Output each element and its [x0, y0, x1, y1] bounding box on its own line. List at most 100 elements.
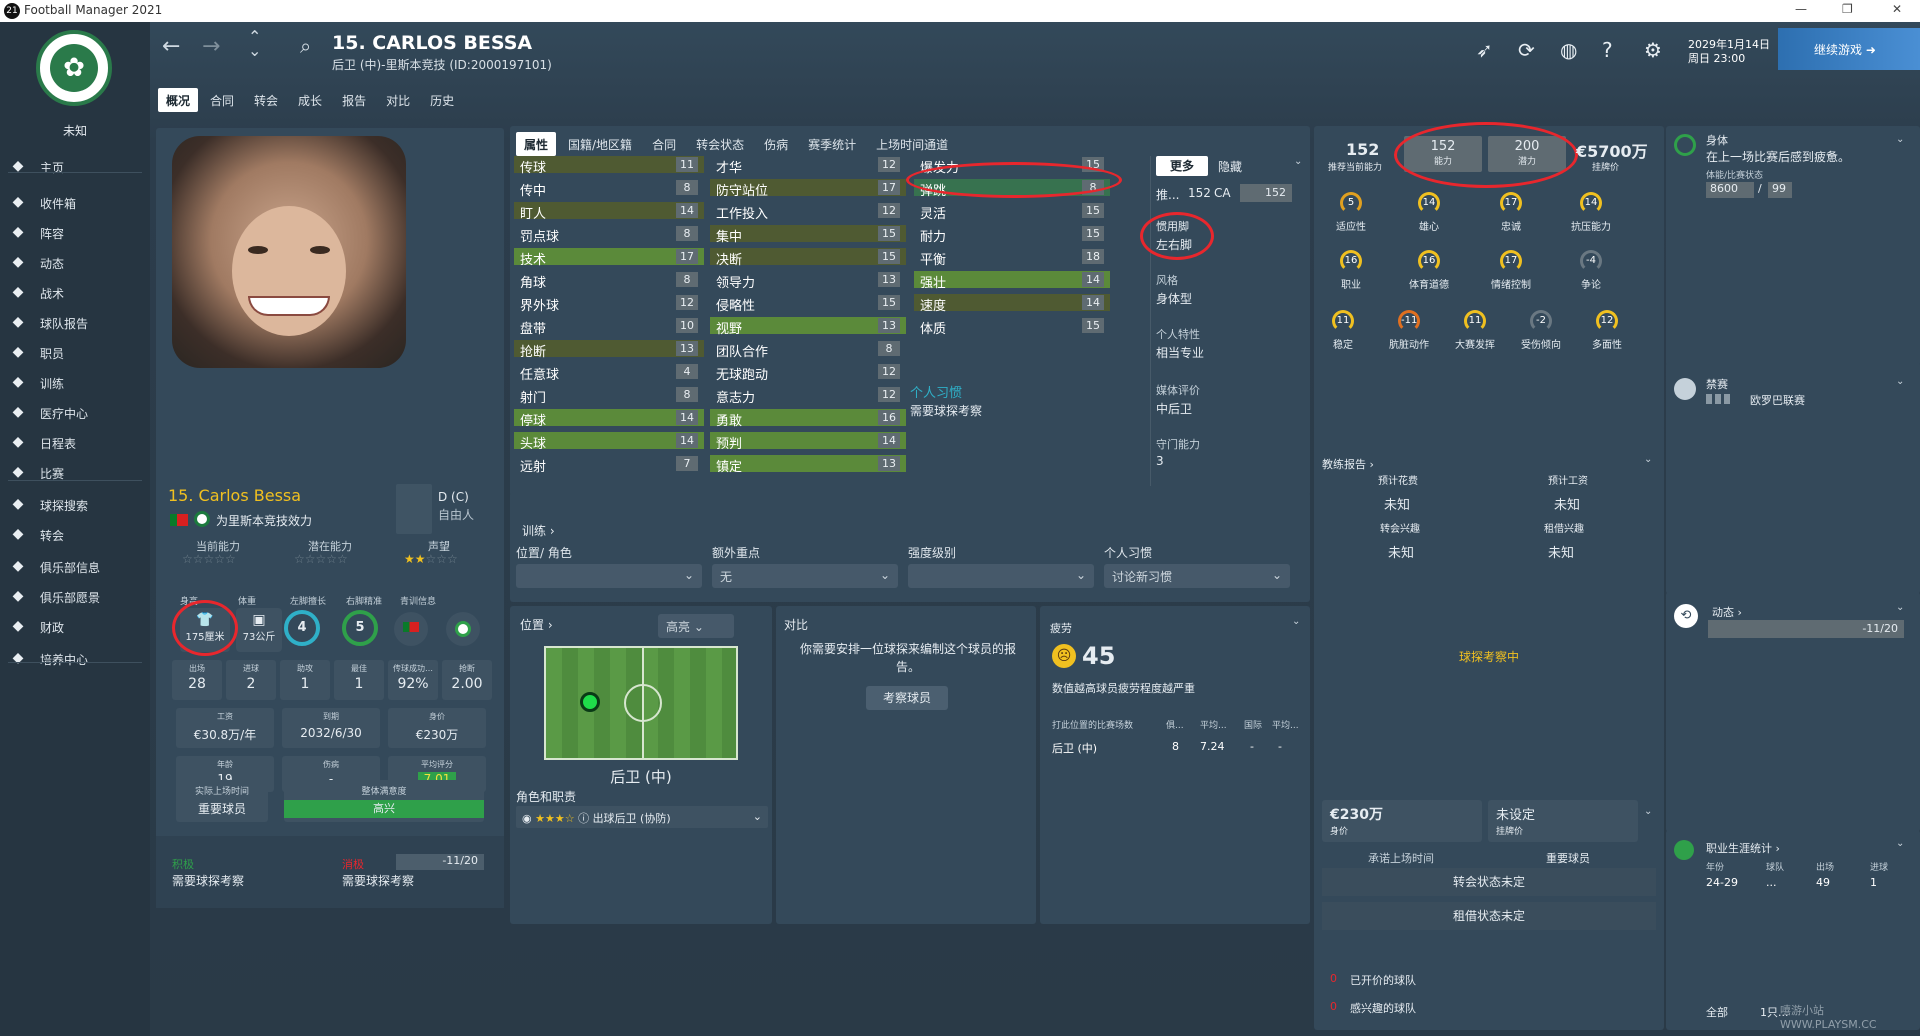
sidebar-item-2[interactable]: ◆ 阵容: [0, 218, 150, 248]
sidebar-item-5[interactable]: ◆ 球队报告: [0, 308, 150, 338]
sidebar-item-9[interactable]: ◆ 日程表: [0, 428, 150, 458]
tab-2[interactable]: 转会: [246, 88, 286, 112]
asking-price-label: 挂牌价: [1592, 163, 1620, 173]
interested-label: 感兴趣的球队: [1350, 1002, 1416, 1015]
attr-value: 16: [878, 410, 900, 425]
globe-icon[interactable]: ◍: [1560, 38, 1577, 62]
tab-5[interactable]: 对比: [378, 88, 418, 112]
sidebar-item-label: 医疗中心: [40, 407, 89, 421]
attr-row: 角球 8: [514, 271, 704, 291]
tab-0[interactable]: 概况: [158, 88, 199, 112]
sidebar-item-11[interactable]: ◆ 球探搜索: [0, 490, 150, 520]
close-icon[interactable]: ✕: [1892, 2, 1902, 16]
chevron-down-icon[interactable]: ⌄: [1896, 602, 1904, 613]
chevron-down-icon[interactable]: ⌄: [1896, 838, 1904, 849]
dynamics-icon: ⟲: [1674, 604, 1698, 628]
attr-row: 领导力 13: [710, 271, 906, 291]
sidebar-item-label: 收件箱: [40, 197, 77, 211]
help-icon[interactable]: ?: [1602, 38, 1613, 62]
interested-count: 0: [1330, 1000, 1337, 1013]
playtime-label: 实际上场时间: [194, 787, 249, 797]
forward-arrow-icon[interactable]: →: [202, 34, 220, 59]
sidebar-item-14[interactable]: ◆ 俱乐部愿景: [0, 582, 150, 612]
chevron-down-icon[interactable]: ⌄: [1896, 134, 1904, 145]
attr-value: 13: [676, 341, 698, 356]
sidebar-item-1[interactable]: ◆ 收件箱: [0, 188, 150, 218]
scout-player-button[interactable]: 考察球员: [866, 686, 948, 710]
chevron-down-icon[interactable]: ⌄: [1896, 376, 1904, 387]
training-dropdown[interactable]: 讨论新习惯 ⌄: [1104, 564, 1290, 588]
position-title[interactable]: 位置 ›: [520, 616, 553, 633]
training-dropdown[interactable]: ⌄: [516, 564, 702, 588]
attr-tab-4[interactable]: 伤病: [756, 132, 796, 156]
misc-label: 年龄: [217, 760, 233, 769]
attr-row: 射门 8: [514, 386, 704, 406]
sidebar-item-label: 俱乐部愿景: [40, 591, 101, 605]
minimize-icon[interactable]: —: [1795, 2, 1807, 16]
transfer-status[interactable]: 转会状态未定: [1322, 868, 1656, 896]
sidebar-item-0[interactable]: ◆ 主页: [0, 152, 150, 182]
career-stats-panel: 职业生涯统计 › ⌄ 年份 球队 出场 进球 24-29... 49 1 全部 1只...: [1666, 830, 1920, 1030]
highlight-dropdown[interactable]: 高亮 ⌄: [658, 614, 734, 638]
asking-price: €5700万: [1576, 142, 1648, 161]
continue-button[interactable]: 继续游戏 ➜: [1778, 28, 1920, 70]
search-icon[interactable]: ⌕: [300, 34, 311, 58]
attr-value: 15: [878, 249, 900, 264]
position-title-text: 位置: [520, 618, 545, 632]
attr-tab-2[interactable]: 合同: [644, 132, 684, 156]
training-dropdown[interactable]: 无 ⌄: [712, 564, 898, 588]
fatigue-header: 平均...: [1200, 721, 1227, 731]
sidebar-item-13[interactable]: ◆ 俱乐部信息: [0, 552, 150, 582]
restore-icon[interactable]: ❐: [1842, 2, 1853, 16]
loan-status[interactable]: 租借状态未定: [1322, 902, 1656, 930]
sidebar-item-16[interactable]: ◆ 培养中心: [0, 644, 150, 674]
training-dropdown[interactable]: ⌄: [908, 564, 1094, 588]
sidebar-item-7[interactable]: ◆ 训练: [0, 368, 150, 398]
attr-tab-0[interactable]: 属性: [516, 132, 557, 156]
sidebar-item-12[interactable]: ◆ 转会: [0, 520, 150, 550]
coach-report-title[interactable]: 教练报告 ›: [1322, 456, 1374, 472]
gear-icon[interactable]: ⚙: [1644, 38, 1662, 62]
sidebar-item-3[interactable]: ◆ 动态: [0, 248, 150, 278]
fatigue-panel: 疲劳 ⌄ ☹ 45 数值越高球员疲劳程度越严重 打此位置的比赛场数 俱... 平均.…: [1040, 606, 1310, 924]
dynamics-title[interactable]: 动态 ›: [1712, 604, 1742, 620]
chevron-down-icon[interactable]: ⌄: [1294, 156, 1302, 167]
sidebar-item-4[interactable]: ◆ 战术: [0, 278, 150, 308]
tab-3[interactable]: 成长: [290, 88, 330, 112]
sidebar-item-label: 培养中心: [40, 653, 89, 667]
attr-row: 勇敢 16: [710, 409, 906, 429]
tab-1[interactable]: 合同: [202, 88, 242, 112]
tab-4[interactable]: 报告: [334, 88, 374, 112]
sidebar-item-10[interactable]: ◆ 比赛: [0, 458, 150, 488]
misc-label: 伤病: [323, 760, 339, 769]
sidebar-item-6[interactable]: ◆ 职员: [0, 338, 150, 368]
tab-6[interactable]: 历史: [422, 88, 462, 112]
ca-label: CA: [1214, 186, 1231, 200]
traits-link[interactable]: 个人习惯: [910, 382, 962, 401]
asking-box[interactable]: 未设定 挂牌价: [1488, 800, 1638, 842]
highlight-ring: [172, 600, 238, 656]
more-button[interactable]: 更多: [1156, 156, 1208, 176]
up-down-icon[interactable]: ⌃ ⌄: [248, 29, 261, 59]
rocket-icon[interactable]: ➶: [1476, 38, 1493, 62]
attr-value: 13: [878, 318, 900, 333]
chevron-down-icon[interactable]: ⌄: [1292, 616, 1300, 627]
money-box: 工资 €30.8万/年: [176, 708, 274, 748]
refresh-icon[interactable]: ⟳: [1518, 38, 1535, 62]
club-badge[interactable]: ✿: [36, 30, 112, 106]
chevron-down-icon[interactable]: ⌄: [1644, 454, 1652, 465]
footer-all[interactable]: 全部: [1706, 1004, 1728, 1020]
chevron-down-icon[interactable]: ⌄: [1644, 806, 1652, 817]
sidebar-item-8[interactable]: ◆ 医疗中心: [0, 398, 150, 428]
role-dropdown[interactable]: ◉ ★★★☆ ⓘ 出球后卫 (协防) ⌄: [516, 806, 768, 828]
sharpness-value: 99: [1768, 182, 1792, 198]
career-title[interactable]: 职业生涯统计 ›: [1706, 840, 1780, 856]
sidebar-item-15[interactable]: ◆ 财政: [0, 612, 150, 642]
hide-button[interactable]: 隐藏: [1218, 158, 1242, 175]
back-arrow-icon[interactable]: ←: [162, 34, 180, 59]
training-title[interactable]: 训练 ›: [522, 522, 555, 539]
attr-tab-3[interactable]: 转会状态: [688, 132, 752, 156]
attr-tab-5[interactable]: 赛季统计: [800, 132, 864, 156]
attr-tab-6[interactable]: 上场时间通道: [868, 132, 956, 156]
attr-tab-1[interactable]: 国籍/地区籍: [560, 132, 640, 156]
